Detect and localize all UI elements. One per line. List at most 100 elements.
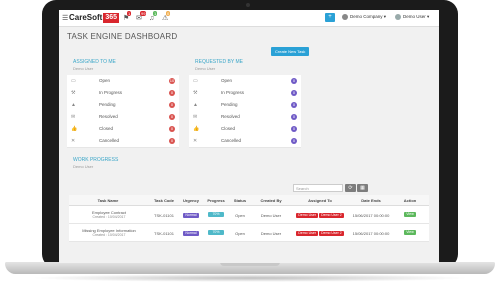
envelope-icon: ✉ xyxy=(71,114,76,120)
task-created: Created : 10/04/2017 xyxy=(92,215,126,219)
user-label: Demo User xyxy=(403,14,426,20)
refresh-icon[interactable]: ⟳ xyxy=(345,184,356,192)
header-status[interactable]: Status xyxy=(229,198,251,203)
avatar xyxy=(395,14,401,20)
progress-bar: 70% xyxy=(208,212,224,217)
requested-subtitle: Demo User xyxy=(195,66,216,71)
status-label: Open xyxy=(221,78,233,83)
mail-badge: 99 xyxy=(140,11,147,16)
status-label: In Progress xyxy=(99,90,123,95)
laptop-shadow xyxy=(30,274,470,282)
date-ends-text: 15/06/2017 00:00:00 xyxy=(352,213,390,218)
page-title: TASK ENGINE DASHBOARD xyxy=(67,32,178,41)
warning-icon: ▲ xyxy=(193,102,198,108)
warning-icon: ▲ xyxy=(71,102,76,108)
count-badge: 0 xyxy=(291,126,297,132)
header-progress[interactable]: Progress xyxy=(203,198,229,203)
status-label: Resolved xyxy=(221,114,240,119)
status-label: Closed xyxy=(221,126,236,131)
tools-icon: ⚒ xyxy=(193,90,198,96)
status-label: Pending xyxy=(221,102,238,107)
count-badge: 0 xyxy=(169,126,175,132)
count-badge: 0 xyxy=(291,78,297,84)
create-task-button[interactable]: Create New Task xyxy=(271,47,310,56)
assignee-badge: Demo User xyxy=(296,213,318,218)
urgency-badge: Normal xyxy=(183,231,199,236)
add-button[interactable]: + xyxy=(325,13,335,22)
search-input[interactable]: Search xyxy=(293,184,343,192)
header-task-code[interactable]: Task Code xyxy=(149,198,179,203)
count-badge: 0 xyxy=(169,138,175,144)
assignee-badge: Demo User 2 xyxy=(319,231,344,236)
mail-icon[interactable]: ✉ 99 xyxy=(136,11,147,22)
thumbsup-icon: 👍 xyxy=(71,126,78,132)
laptop-base xyxy=(5,262,495,274)
status-label: Closed xyxy=(99,126,114,131)
status-label: Open xyxy=(99,78,111,83)
table-row[interactable]: Employee Contract Created : 10/04/2017 T… xyxy=(69,206,429,224)
count-badge: 10 xyxy=(169,78,175,84)
requested-row-cancelled[interactable]: ✕ Cancelled 0 xyxy=(189,135,301,148)
cross-icon: ✕ xyxy=(71,138,76,144)
assigned-cell: Demo User Demo User 2 xyxy=(295,230,345,236)
assigned-row-cancelled[interactable]: ✕ Cancelled 0 xyxy=(67,135,179,148)
header-action[interactable]: Action xyxy=(395,198,425,203)
company-selector[interactable]: Demo Company ▾ xyxy=(342,14,386,20)
company-label: Demo Company xyxy=(350,14,383,20)
status-label: Resolved xyxy=(99,114,118,119)
count-badge: 0 xyxy=(291,138,297,144)
urgency-cell: Normal xyxy=(179,230,203,236)
task-code: TSK-01101 xyxy=(154,231,174,236)
company-icon xyxy=(342,14,348,20)
alert-icon[interactable]: ⚠ 0 xyxy=(162,11,171,22)
progress-bar: 70% xyxy=(208,230,224,235)
header-created-by[interactable]: Created By xyxy=(251,198,291,203)
work-progress-subtitle: Demo User xyxy=(73,164,94,169)
urgency-badge: Normal xyxy=(183,213,199,218)
table-row[interactable]: Missing Employee Information Created : 1… xyxy=(69,224,429,242)
count-badge: 0 xyxy=(291,114,297,120)
task-created: Created : 10/04/2017 xyxy=(92,233,126,237)
task-name-cell: Missing Employee Information Created : 1… xyxy=(71,228,147,237)
created-by-text: Demo User xyxy=(260,213,282,218)
work-progress-heading: WORK PROGRESS xyxy=(73,157,119,163)
count-badge: 0 xyxy=(169,102,175,108)
assigned-heading: ASSIGNED TO ME xyxy=(73,59,116,65)
columns-icon[interactable]: ▦ xyxy=(357,184,368,192)
header-urgency[interactable]: Urgency xyxy=(179,198,203,203)
alert-badge: 0 xyxy=(166,11,171,16)
logo[interactable]: CareSoft 365 xyxy=(69,12,120,23)
count-badge: 0 xyxy=(291,90,297,96)
status-text: Open xyxy=(235,213,245,218)
tools-icon: ⚒ xyxy=(71,90,76,96)
top-bar: ☰ CareSoft 365 ⚑ 1 ✉ 99 ♫ 1 ⚠ 0 + Demo Compa… xyxy=(59,10,439,27)
requested-heading: REQUESTED BY ME xyxy=(195,59,243,65)
status-label: Pending xyxy=(99,102,116,107)
user-menu[interactable]: Demo User ▾ xyxy=(395,14,429,20)
header-date-ends[interactable]: Date Ends xyxy=(351,198,391,203)
assignee-badge: Demo User 2 xyxy=(319,213,344,218)
header-assigned-to[interactable]: Assigned To xyxy=(295,198,345,203)
count-badge: 0 xyxy=(169,90,175,96)
flag-icon[interactable]: ⚑ 1 xyxy=(123,11,132,22)
header-task-name[interactable]: Task Name xyxy=(83,198,133,203)
view-button[interactable]: View xyxy=(404,212,416,217)
bell-badge: 1 xyxy=(153,11,158,16)
logo-accent: 365 xyxy=(103,12,120,23)
task-code: TSK-01101 xyxy=(154,213,174,218)
camera xyxy=(246,3,250,7)
bell-icon[interactable]: ♫ 1 xyxy=(149,11,158,22)
status-label: In Progress xyxy=(221,90,245,95)
folder-icon: ▭ xyxy=(71,78,76,84)
folder-icon: ▭ xyxy=(193,78,198,84)
thumbsup-icon: 👍 xyxy=(193,126,200,132)
status-text: Open xyxy=(235,231,245,236)
created-by-text: Demo User xyxy=(260,231,282,236)
table-header: Task Name Task Code Urgency Progress Sta… xyxy=(69,195,429,206)
logo-text: CareSoft xyxy=(69,13,103,22)
view-button[interactable]: View xyxy=(404,230,416,235)
screen: ☰ CareSoft 365 ⚑ 1 ✉ 99 ♫ 1 ⚠ 0 + Demo Compa… xyxy=(59,10,439,263)
date-ends-text: 15/06/2017 00:00:00 xyxy=(352,231,390,236)
count-badge: 0 xyxy=(169,114,175,120)
hamburger-icon[interactable]: ☰ xyxy=(62,14,68,22)
